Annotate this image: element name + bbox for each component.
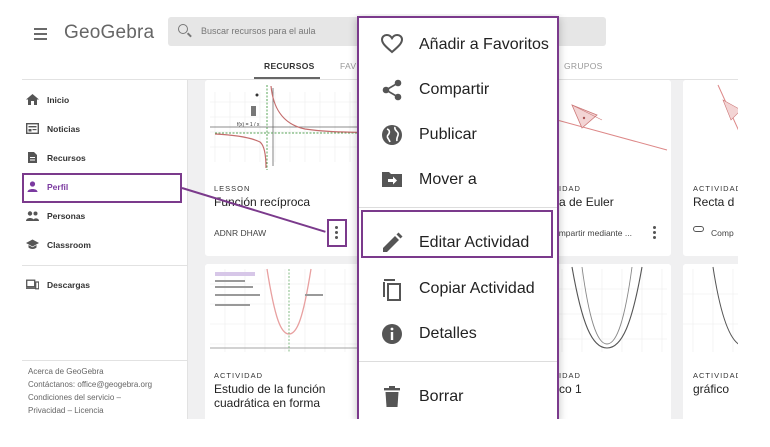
folder-move-icon — [382, 172, 402, 187]
trash-icon — [384, 386, 400, 407]
card-type: ACTIVIDAD — [693, 184, 738, 193]
edit-highlight-box — [361, 210, 553, 258]
resource-card[interactable]: IDAD co 1 — [552, 264, 671, 419]
sidebar-item-label: Inicio — [47, 95, 70, 105]
card-share-info: ompartir mediante ... — [554, 228, 632, 238]
menu-item-details[interactable]: Detalles — [359, 311, 557, 355]
resource-card[interactable]: ACTIVIDAD Recta d Comp — [683, 80, 738, 256]
card-title[interactable]: co 1 — [559, 382, 582, 396]
logo[interactable]: GeoGebra — [64, 22, 154, 44]
menu-item-favorites[interactable]: Añadir a Favoritos — [359, 22, 557, 66]
sidebar-item-label: Descargas — [47, 280, 91, 290]
card-author[interactable]: ADNR DHAW — [214, 228, 266, 238]
tab-recursos[interactable]: RECURSOS — [264, 61, 315, 71]
copy-icon — [383, 279, 401, 301]
card-type: LESSON — [214, 184, 251, 193]
school-icon — [26, 239, 39, 249]
menu-item-label: Detalles — [419, 325, 477, 342]
euler-line-thumbnail — [556, 104, 668, 151]
footer-contact-link[interactable]: Contáctanos: office@geogebra.org — [28, 380, 152, 389]
profile-highlight-box — [22, 173, 182, 203]
tab-grupos[interactable]: GRUPOS — [564, 61, 603, 71]
active-tab-indicator — [254, 77, 320, 79]
menu-item-copy[interactable]: Copiar Actividad — [359, 266, 557, 310]
kebab-highlight-box — [327, 219, 347, 247]
footer-about-link[interactable]: Acerca de GeoGebra — [28, 367, 104, 376]
sidebar-divider — [22, 265, 188, 266]
sidebar-item-label: Classroom — [47, 240, 91, 250]
card-title[interactable]: Estudio de la función cuadrática en form… — [214, 382, 364, 410]
sidebar-item-descargas[interactable]: Descargas — [22, 272, 188, 298]
share-icon — [382, 79, 402, 101]
card-type: IDAD — [559, 184, 581, 193]
card-type: IDAD — [559, 371, 581, 380]
sidebar-item-label: Personas — [47, 211, 86, 221]
sidebar-item-personas[interactable]: Personas — [22, 203, 188, 229]
menu-item-label: Copiar Actividad — [419, 280, 535, 297]
sidebar-item-recursos[interactable]: Recursos — [22, 145, 188, 171]
menu-item-move[interactable]: Mover a — [359, 157, 557, 201]
parabola-thumbnail — [557, 266, 667, 352]
parabola-thumbnail — [210, 268, 370, 352]
card-type: ACTIVIDAD — [214, 371, 264, 380]
card-thumbnail: f(x) = 1 / x — [205, 80, 375, 172]
card-title[interactable]: Recta d — [693, 195, 734, 209]
menu-item-label: Publicar — [419, 126, 477, 143]
news-icon — [26, 123, 39, 134]
menu-item-delete[interactable]: Borrar — [359, 374, 557, 418]
footer-terms-link[interactable]: Condiciones del servicio – — [28, 393, 121, 402]
heart-icon — [381, 34, 403, 54]
card-share-info: Comp — [711, 228, 734, 238]
line-thumbnail — [717, 84, 738, 131]
sidebar-divider — [22, 360, 188, 361]
more-options-icon[interactable] — [653, 226, 656, 241]
card-type: ACTIVIDAD — [693, 371, 738, 380]
menu-item-label: Borrar — [419, 388, 464, 405]
function-label: f(x) = 1 / x — [237, 122, 260, 128]
menu-divider — [359, 361, 557, 362]
home-icon — [26, 94, 39, 105]
devices-icon — [26, 279, 39, 290]
card-thumbnail — [683, 80, 738, 172]
sidebar-item-noticias[interactable]: Noticias — [22, 116, 188, 142]
resource-card[interactable]: ACTIVIDAD gráfico — [683, 264, 738, 419]
menu-item-share[interactable]: Compartir — [359, 67, 557, 111]
menu-icon[interactable] — [34, 28, 47, 43]
card-thumbnail — [552, 264, 671, 356]
menu-item-label: Mover a — [419, 171, 477, 188]
reciprocal-graph-thumbnail: f(x) = 1 / x — [210, 85, 366, 170]
card-thumbnail — [552, 80, 671, 172]
resource-card[interactable]: f(x) = 1 / x LESSON Función recíproca AD… — [205, 80, 375, 256]
link-icon — [693, 226, 704, 232]
people-icon — [26, 211, 39, 221]
sidebar-item-inicio[interactable]: Inicio — [22, 87, 188, 113]
menu-item-publish[interactable]: Publicar — [359, 112, 557, 156]
resource-card[interactable]: IDAD a de Euler ompartir mediante ... — [552, 80, 671, 256]
card-thumbnail — [205, 264, 375, 356]
menu-item-label: Añadir a Favoritos — [419, 36, 549, 53]
globe-icon — [382, 125, 402, 145]
resource-card[interactable]: ACTIVIDAD Estudio de la función cuadráti… — [205, 264, 375, 419]
document-icon — [28, 152, 37, 163]
sidebar: Inicio Noticias Recursos Perfil Personas… — [22, 80, 188, 419]
card-title[interactable]: a de Euler — [559, 195, 614, 209]
info-icon — [382, 324, 402, 344]
sidebar-item-label: Noticias — [47, 124, 81, 134]
card-thumbnail — [683, 264, 738, 356]
card-title[interactable]: gráfico — [693, 382, 729, 396]
sidebar-item-label: Recursos — [47, 153, 86, 163]
search-icon — [178, 24, 188, 34]
search-input[interactable]: Buscar recursos para el aula — [201, 26, 316, 36]
graph-thumbnail — [683, 266, 738, 352]
tab-favoritos[interactable]: FAV — [340, 61, 356, 71]
menu-divider — [359, 207, 557, 208]
sidebar-item-classroom[interactable]: Classroom — [22, 232, 188, 258]
menu-item-label: Compartir — [419, 81, 490, 98]
footer-privacy-license-links[interactable]: Privacidad – Licencia — [28, 406, 104, 415]
